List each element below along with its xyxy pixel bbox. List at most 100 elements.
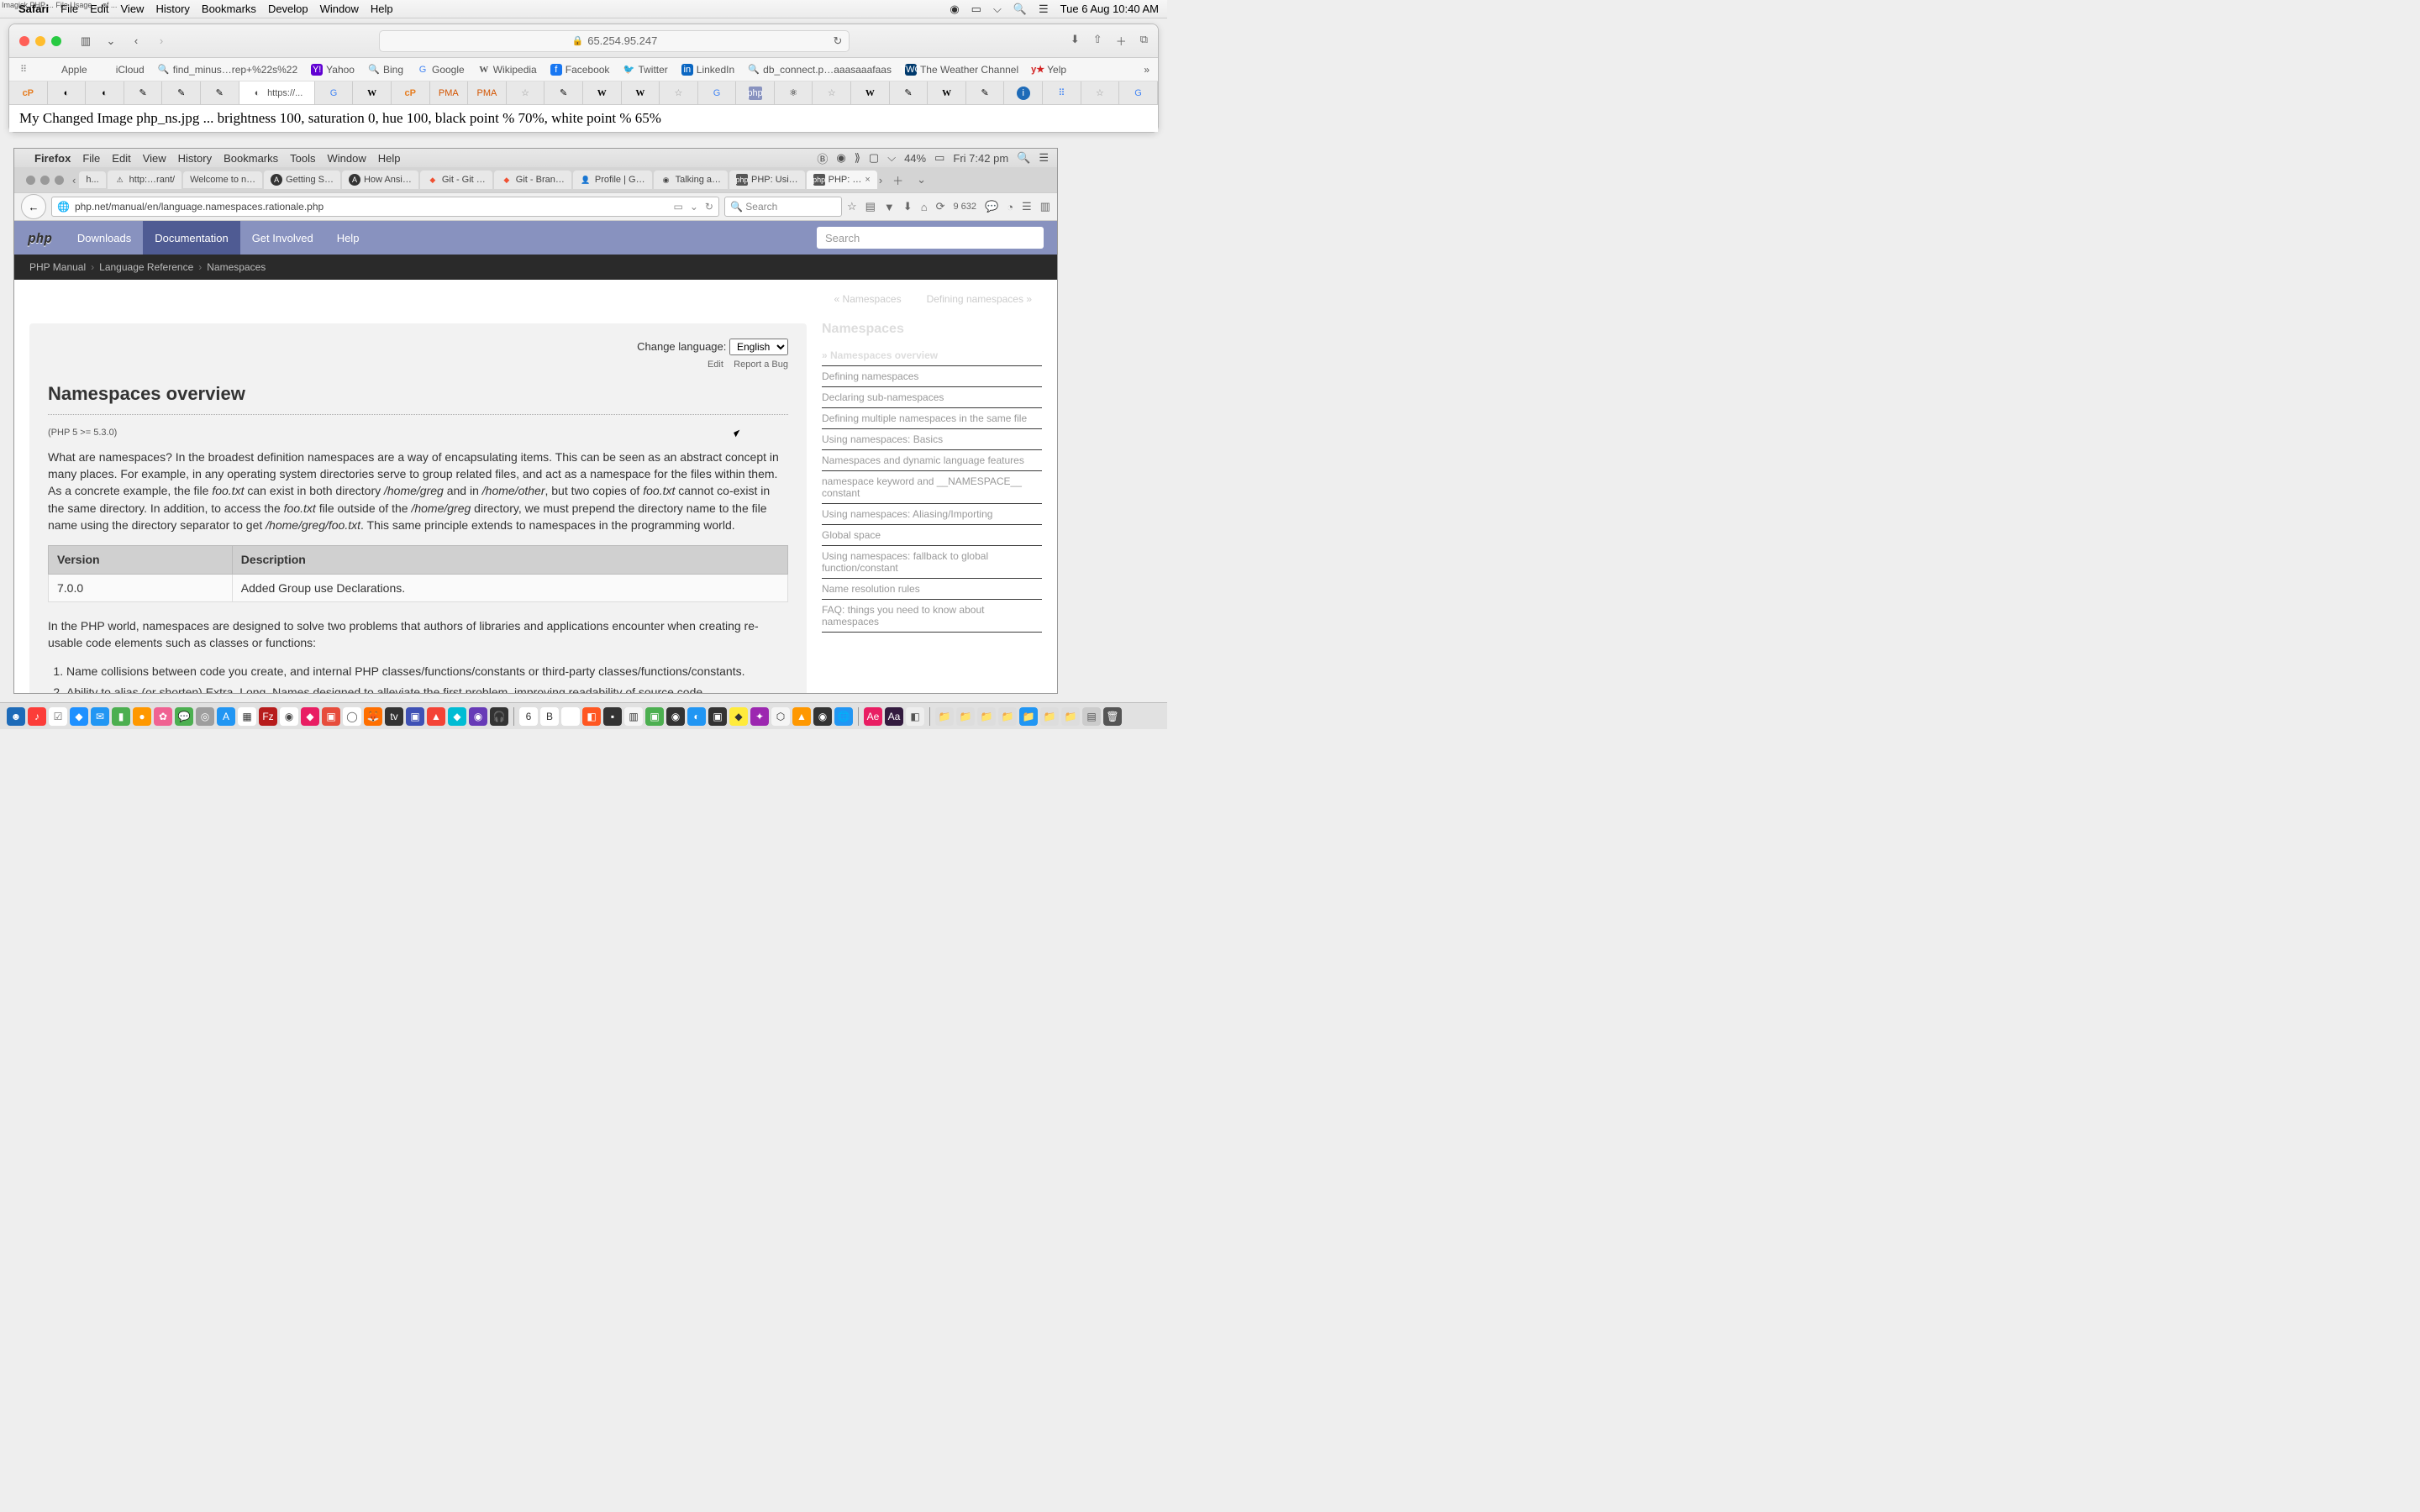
close-icon[interactable] [19, 36, 29, 46]
safari-tab[interactable]: i [1004, 81, 1043, 104]
dock-app-icon[interactable]: Aa [885, 707, 903, 726]
safari-tab[interactable]: ◐ [86, 81, 124, 104]
dock-app-icon[interactable]: ✦ [750, 707, 769, 726]
menu-view[interactable]: View [121, 3, 145, 15]
dock-folder-icon[interactable]: 📁 [977, 707, 996, 726]
safari-tab[interactable]: W [583, 81, 622, 104]
dock-folder-icon[interactable]: 📁 [1019, 707, 1038, 726]
dock-app-icon[interactable]: ▲ [427, 707, 445, 726]
address-bar[interactable]: 🔒 65.254.95.247 ↻ [379, 30, 850, 52]
safari-tab[interactable]: ✎ [966, 81, 1005, 104]
dock-app-icon[interactable]: ▲ [792, 707, 811, 726]
favorite-twitter[interactable]: 🐦Twitter [623, 64, 667, 76]
dock-mail-icon[interactable]: ✉ [91, 707, 109, 726]
dock-app-icon[interactable]: ◉ [666, 707, 685, 726]
safari-tab[interactable]: W [353, 81, 392, 104]
favorite-bing[interactable]: 🔍Bing [368, 64, 403, 76]
safari-tab[interactable]: G [315, 81, 354, 104]
safari-tab[interactable]: G [698, 81, 737, 104]
dock-app-icon[interactable]: ▦ [238, 707, 256, 726]
dock-app-icon[interactable]: ▣ [406, 707, 424, 726]
dock-calendar-icon[interactable]: 6 [519, 707, 538, 726]
safari-tab[interactable]: ✎ [162, 81, 201, 104]
safari-tab[interactable]: ☆ [660, 81, 698, 104]
dock-folder-icon[interactable]: 📁 [1040, 707, 1059, 726]
dock-app-icon[interactable]: ● [133, 707, 151, 726]
minimize-icon[interactable] [35, 36, 45, 46]
safari-tab[interactable]: cP [392, 81, 430, 104]
menubar-clock[interactable]: Tue 6 Aug 10:40 AM [1060, 3, 1159, 15]
dock-app-icon[interactable]: ◧ [582, 707, 601, 726]
siri-icon[interactable]: ◉ [950, 3, 959, 16]
safari-tab[interactable]: ☆ [507, 81, 545, 104]
safari-tab[interactable]: W [851, 81, 890, 104]
tabgroup-dropdown-icon[interactable]: ⌄ [100, 31, 122, 51]
dock-facetime-icon[interactable]: ▮ [112, 707, 130, 726]
dock-trash-icon[interactable]: 🗑 [1103, 707, 1122, 726]
safari-tab[interactable]: cP [9, 81, 48, 104]
dock-folder-icon[interactable]: 📁 [956, 707, 975, 726]
safari-tab[interactable]: ⠿ [1043, 81, 1081, 104]
battery-icon[interactable]: ▭ [971, 3, 981, 16]
dock-folder-icon[interactable]: 📁 [1061, 707, 1080, 726]
dock-app-icon[interactable]: ⬡ [771, 707, 790, 726]
dock-app-icon[interactable]: ▣ [708, 707, 727, 726]
dock-messages-icon[interactable]: 💬 [175, 707, 193, 726]
safari-tab[interactable]: ☆ [1081, 81, 1120, 104]
favorite-findminus[interactable]: 🔍find_minus…rep+%22s%22 [158, 64, 297, 76]
reload-icon[interactable]: ↻ [834, 34, 843, 48]
favorite-google[interactable]: GGoogle [417, 64, 465, 76]
wifi-icon[interactable]: ⌵ [993, 3, 1002, 16]
favorite-linkedin[interactable]: inLinkedIn [681, 64, 734, 76]
menu-bookmarks[interactable]: Bookmarks [202, 3, 256, 15]
safari-tab-active[interactable]: ◐https://... [239, 81, 315, 104]
dock-app-icon[interactable]: ◐ [687, 707, 706, 726]
dock-app-icon[interactable]: 🌐 [834, 707, 853, 726]
dock-folder-icon[interactable]: ▤ [1082, 707, 1101, 726]
dock-app-icon[interactable]: ▣ [645, 707, 664, 726]
dock-app-icon[interactable]: 🎧 [490, 707, 508, 726]
dock-app-icon[interactable]: ◆ [301, 707, 319, 726]
favorite-icloud[interactable]: iCloud [101, 64, 145, 76]
safari-tab[interactable]: G [1119, 81, 1158, 104]
safari-tab[interactable]: W [928, 81, 966, 104]
favorite-apple[interactable]: Apple [46, 64, 87, 76]
safari-tab[interactable]: ⚛ [775, 81, 813, 104]
safari-tab[interactable]: ☆ [813, 81, 851, 104]
zoom-icon[interactable] [51, 36, 61, 46]
menu-window[interactable]: Window [320, 3, 359, 15]
safari-tab[interactable]: PMA [430, 81, 469, 104]
menu-develop[interactable]: Develop [268, 3, 308, 15]
dock-appletv-icon[interactable]: tv [385, 707, 403, 726]
dock-app-icon[interactable]: B [540, 707, 559, 726]
share-icon[interactable]: ⇧ [1093, 33, 1102, 49]
favorites-grid-icon[interactable]: ⠿ [18, 64, 33, 76]
dock-app-icon[interactable]: ◧ [906, 707, 924, 726]
dock-app-icon[interactable]: ◉ [813, 707, 832, 726]
dock-folder-icon[interactable]: 📁 [998, 707, 1017, 726]
favorites-overflow-icon[interactable]: » [1144, 64, 1150, 76]
menu-help[interactable]: Help [371, 3, 393, 15]
safari-tab[interactable]: ✎ [890, 81, 929, 104]
dock-chrome-icon[interactable]: ◯ [343, 707, 361, 726]
dock-app-icon[interactable]: ◆ [729, 707, 748, 726]
safari-tab[interactable]: ◐ [48, 81, 87, 104]
dock-finder-icon[interactable]: ☻ [7, 707, 25, 726]
favorite-yelp[interactable]: y★Yelp [1032, 64, 1066, 76]
dock-safari-icon[interactable]: ◎ [196, 707, 214, 726]
dock-app-icon[interactable]: ◆ [448, 707, 466, 726]
dock-appstore-icon[interactable]: A [217, 707, 235, 726]
favorite-facebook[interactable]: fFacebook [550, 64, 610, 76]
newtab-icon[interactable]: ＋ [1116, 33, 1127, 49]
window-controls[interactable] [19, 36, 61, 46]
dock-app-icon[interactable]: Ae [864, 707, 882, 726]
dock-app-icon[interactable]: ✿ [154, 707, 172, 726]
dock-app-icon[interactable]: ▥ [624, 707, 643, 726]
safari-tab[interactable]: php [736, 81, 775, 104]
dock-terminal-icon[interactable]: ▪ [603, 707, 622, 726]
favorite-dbconnect[interactable]: 🔍db_connect.p…aaasaaafaas [748, 64, 892, 76]
safari-tab[interactable]: ✎ [124, 81, 163, 104]
favorite-weather[interactable]: TWCThe Weather Channel [905, 64, 1018, 76]
dock-app-icon[interactable]: ◆ [70, 707, 88, 726]
forward-button[interactable]: › [150, 31, 172, 51]
